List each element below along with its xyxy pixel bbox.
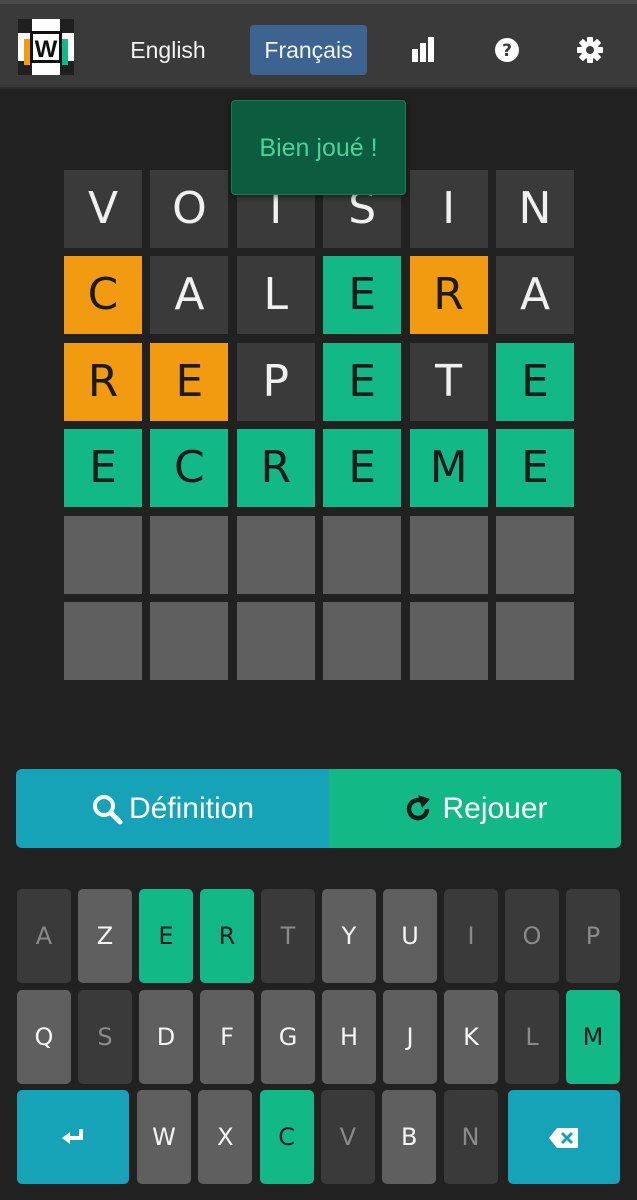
board-tile: O xyxy=(150,170,229,248)
board-tile: E xyxy=(323,256,402,335)
key-f[interactable]: F xyxy=(200,990,254,1084)
board-tile xyxy=(64,602,142,680)
board-tile: C xyxy=(150,429,229,508)
board-tile: R xyxy=(64,342,142,421)
board-tile: T xyxy=(409,342,488,421)
key-x[interactable]: X xyxy=(198,1090,253,1184)
board-tile xyxy=(496,515,574,594)
success-toast: Bien joué ! xyxy=(231,100,406,195)
board-tile xyxy=(236,515,315,594)
key-y[interactable]: Y xyxy=(322,889,376,983)
key-c[interactable]: C xyxy=(259,1090,314,1184)
top-bar: W English Français ? xyxy=(0,0,637,89)
key-m[interactable]: M xyxy=(566,990,620,1084)
key-r[interactable]: R xyxy=(200,889,254,983)
redo-icon xyxy=(407,794,431,820)
board-tile: A xyxy=(150,256,229,335)
board-tile: V xyxy=(64,170,142,248)
board-tile xyxy=(150,602,229,680)
search-icon xyxy=(92,794,123,824)
board-tile: E xyxy=(323,342,402,421)
key-o[interactable]: O xyxy=(505,889,559,983)
language-french-button[interactable]: Français xyxy=(250,25,367,75)
board-tile: E xyxy=(496,342,574,421)
board-tile xyxy=(496,602,574,680)
key-g[interactable]: G xyxy=(261,990,315,1084)
enter-key[interactable] xyxy=(17,1090,129,1184)
enter-icon xyxy=(62,1129,83,1144)
board-tile: E xyxy=(150,342,229,421)
settings-gear-icon[interactable] xyxy=(572,32,608,68)
board-tile: C xyxy=(64,256,142,335)
replay-button[interactable]: Rejouer xyxy=(329,769,621,848)
board-tile: N xyxy=(496,170,574,248)
help-icon[interactable]: ? xyxy=(489,32,525,68)
key-e[interactable]: E xyxy=(139,889,193,983)
key-p[interactable]: P xyxy=(566,889,620,983)
key-u[interactable]: U xyxy=(383,889,437,983)
replay-label: Rejouer xyxy=(442,791,548,825)
board-tile xyxy=(323,602,402,680)
key-q[interactable]: Q xyxy=(17,990,71,1084)
board-tile xyxy=(64,515,142,594)
key-v[interactable]: V xyxy=(320,1090,375,1184)
definition-button[interactable]: Définition xyxy=(16,769,329,848)
key-i[interactable]: I xyxy=(444,889,498,983)
definition-label: Définition xyxy=(128,791,255,825)
key-k[interactable]: K xyxy=(444,990,498,1084)
key-j[interactable]: J xyxy=(383,990,437,1084)
key-n[interactable]: N xyxy=(443,1090,498,1184)
board-tile: E xyxy=(64,429,142,508)
key-l[interactable]: L xyxy=(505,990,559,1084)
board-tile: E xyxy=(496,429,574,508)
board-tile xyxy=(323,515,402,594)
action-buttons: Définition Rejouer xyxy=(16,769,621,848)
backspace-key[interactable] xyxy=(508,1090,620,1184)
logo-corner xyxy=(60,19,74,33)
board-tile: P xyxy=(236,342,315,421)
board-tile: R xyxy=(409,256,488,335)
board-tile xyxy=(236,602,315,680)
key-h[interactable]: H xyxy=(322,990,376,1084)
board-tile: E xyxy=(323,429,402,508)
stats-icon[interactable] xyxy=(405,32,441,68)
board-tile xyxy=(150,515,229,594)
logo-green-bar xyxy=(62,39,68,65)
board-tile: I xyxy=(409,170,488,248)
board-tile: L xyxy=(236,256,315,335)
key-t[interactable]: T xyxy=(261,889,315,983)
key-s[interactable]: S xyxy=(78,990,132,1084)
key-w[interactable]: W xyxy=(137,1090,191,1184)
board-tile xyxy=(409,602,488,680)
key-z[interactable]: Z xyxy=(78,889,132,983)
svg-text:?: ? xyxy=(502,41,512,61)
backspace-icon xyxy=(549,1128,578,1148)
board-tile: A xyxy=(496,256,574,335)
board-tile: R xyxy=(236,429,315,508)
key-a[interactable]: A xyxy=(17,889,71,983)
board-tile: M xyxy=(409,429,488,508)
key-b[interactable]: B xyxy=(382,1090,437,1184)
language-english-button[interactable]: English xyxy=(118,25,218,75)
app-logo[interactable]: W xyxy=(18,19,74,75)
board-tile xyxy=(409,515,488,594)
key-d[interactable]: D xyxy=(139,990,193,1084)
logo-letter: W xyxy=(30,31,62,63)
